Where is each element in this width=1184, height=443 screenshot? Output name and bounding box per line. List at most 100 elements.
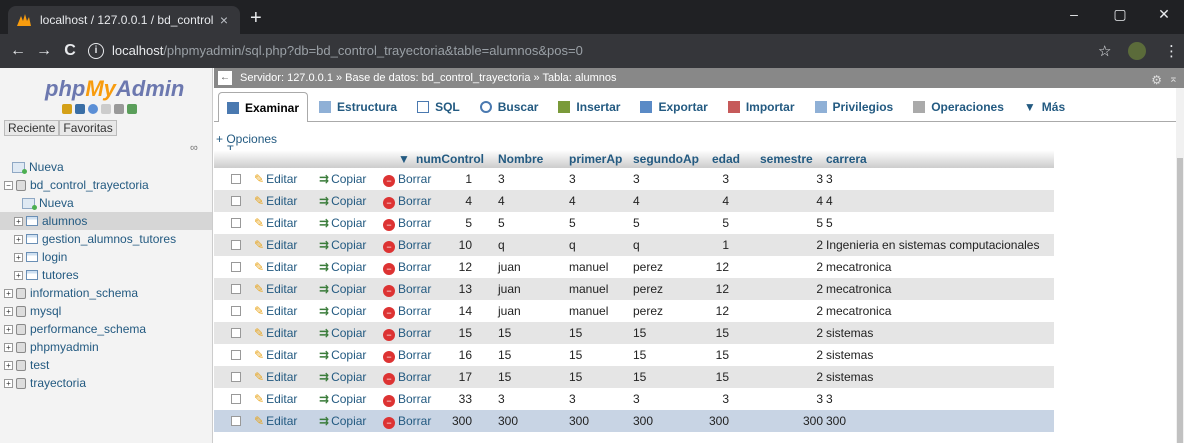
table-cell[interactable]: 300 <box>569 414 589 428</box>
table-cell[interactable]: 2 <box>816 238 823 252</box>
tab-mas[interactable]: ▼ Más <box>1015 91 1074 121</box>
table-cell[interactable]: 13 <box>459 282 472 296</box>
delete-row-button[interactable]: − Borrar <box>383 260 431 275</box>
delete-row-button[interactable]: − Borrar <box>383 194 431 209</box>
tree-item-performance-schema[interactable]: + performance_schema <box>4 320 146 338</box>
table-cell[interactable]: 2 <box>816 260 823 274</box>
copy-row-button[interactable]: ⇉ Copiar <box>319 260 366 274</box>
help-icon[interactable] <box>88 104 98 114</box>
table-cell[interactable]: 1 <box>722 238 729 252</box>
table-cell[interactable]: 16 <box>459 348 472 362</box>
table-cell[interactable]: 15 <box>569 348 582 362</box>
browser-menu-icon[interactable]: ⋮ <box>1164 42 1179 60</box>
delete-row-button[interactable]: − Borrar <box>383 172 431 187</box>
scrollbar-thumb[interactable] <box>1177 158 1183 443</box>
tree-item-new-db[interactable]: Nueva <box>12 158 64 176</box>
edit-row-button[interactable]: ✎ Editar <box>254 414 297 428</box>
tab-importar[interactable]: Importar <box>719 91 804 121</box>
table-cell[interactable]: 15 <box>716 326 729 340</box>
tab-close-icon[interactable]: × <box>216 12 232 28</box>
table-cell[interactable]: 3 <box>569 392 576 406</box>
expand-icon[interactable]: + <box>4 306 13 316</box>
table-cell[interactable]: 4 <box>816 194 823 208</box>
copy-row-button[interactable]: ⇉ Copiar <box>319 216 366 230</box>
link-with-main-icon[interactable]: ∞ <box>190 142 198 154</box>
tab-exportar[interactable]: Exportar <box>631 91 716 121</box>
copy-row-button[interactable]: ⇉ Copiar <box>319 304 366 318</box>
delete-row-button[interactable]: − Borrar <box>383 348 431 363</box>
tree-item-gestion-alumnos-tutores[interactable]: + gestion_alumnos_tutores <box>14 230 176 248</box>
table-row[interactable]: ✎ Editar ⇉ Copiar − Borrar 33 3 3 3 3 3 3 <box>214 388 1054 410</box>
collapse-nav-icon[interactable]: ← <box>218 71 232 85</box>
table-cell[interactable]: Ingenieria en sistemas computacionales <box>826 238 1039 252</box>
row-checkbox[interactable] <box>231 174 241 184</box>
delete-row-button[interactable]: − Borrar <box>383 414 431 429</box>
expand-icon[interactable]: + <box>14 234 23 244</box>
tree-item-information-schema[interactable]: + information_schema <box>4 284 138 302</box>
table-row[interactable]: ✎ Editar ⇉ Copiar − Borrar 4 4 4 4 4 4 4 <box>214 190 1054 212</box>
copy-row-button[interactable]: ⇉ Copiar <box>319 326 366 340</box>
row-checkbox[interactable] <box>231 394 241 404</box>
copy-row-button[interactable]: ⇉ Copiar <box>319 282 366 296</box>
tree-item-new-table[interactable]: Nueva <box>22 194 74 212</box>
row-checkbox[interactable] <box>231 240 241 250</box>
table-cell[interactable]: 4 <box>465 194 472 208</box>
expand-icon[interactable]: + <box>14 252 23 262</box>
table-cell[interactable]: juan <box>498 260 521 274</box>
table-cell[interactable]: 12 <box>716 282 729 296</box>
table-cell[interactable]: 3 <box>722 392 729 406</box>
table-cell[interactable]: 33 <box>459 392 472 406</box>
table-cell[interactable]: 5 <box>498 216 505 230</box>
edit-row-button[interactable]: ✎ Editar <box>254 370 297 384</box>
row-checkbox[interactable] <box>231 416 241 426</box>
table-cell[interactable]: 15 <box>498 326 511 340</box>
table-cell[interactable]: 3 <box>498 172 505 186</box>
forward-button[interactable]: → <box>32 42 56 60</box>
table-cell[interactable]: sistemas <box>826 326 873 340</box>
column-header[interactable]: carrera <box>826 152 867 166</box>
table-cell[interactable]: 3 <box>633 172 640 186</box>
sort-arrow-icon[interactable]: ▼ <box>398 152 410 166</box>
table-cell[interactable]: 2 <box>816 282 823 296</box>
browser-tab[interactable]: localhost / 127.0.0.1 / bd_control × <box>8 6 240 34</box>
column-header[interactable]: primerAp <box>569 152 622 166</box>
table-cell[interactable]: mecatronica <box>826 282 891 296</box>
table-cell[interactable]: 10 <box>459 238 472 252</box>
tree-item-test[interactable]: + test <box>4 356 49 374</box>
settings-gear-icon[interactable] <box>114 104 124 114</box>
edit-row-button[interactable]: ✎ Editar <box>254 282 297 296</box>
tree-item-tutores[interactable]: + tutores <box>14 266 79 284</box>
column-header[interactable]: numControl <box>416 152 484 166</box>
edit-row-button[interactable]: ✎ Editar <box>254 216 297 230</box>
table-cell[interactable]: 4 <box>633 194 640 208</box>
table-cell[interactable]: 15 <box>716 348 729 362</box>
logout-icon[interactable] <box>75 104 85 114</box>
delete-row-button[interactable]: − Borrar <box>383 370 431 385</box>
table-cell[interactable]: 15 <box>498 370 511 384</box>
column-header[interactable]: segundoAp <box>633 152 699 166</box>
edit-row-button[interactable]: ✎ Editar <box>254 326 297 340</box>
docs-icon[interactable] <box>101 104 111 114</box>
row-checkbox[interactable] <box>231 328 241 338</box>
expand-icon[interactable]: + <box>4 378 13 388</box>
tab-buscar[interactable]: Buscar <box>471 91 548 121</box>
table-row[interactable]: ✎ Editar ⇉ Copiar − Borrar 300 300 300 300 300 300 3… <box>214 410 1054 432</box>
table-cell[interactable]: 2 <box>816 348 823 362</box>
edit-row-button[interactable]: ✎ Editar <box>254 392 297 406</box>
table-cell[interactable]: sistemas <box>826 370 873 384</box>
tab-operaciones[interactable]: Operaciones <box>904 91 1013 121</box>
table-row[interactable]: ✎ Editar ⇉ Copiar − Borrar 1 3 3 3 3 3 3 <box>214 168 1054 190</box>
table-cell[interactable]: 3 <box>498 392 505 406</box>
delete-row-button[interactable]: − Borrar <box>383 216 431 231</box>
table-cell[interactable]: manuel <box>569 260 608 274</box>
table-cell[interactable]: 4 <box>826 194 833 208</box>
table-cell[interactable]: 2 <box>816 326 823 340</box>
table-cell[interactable]: 15 <box>633 370 646 384</box>
collapse-icon[interactable]: − <box>4 180 13 190</box>
table-cell[interactable]: 12 <box>459 260 472 274</box>
table-cell[interactable]: 300 <box>709 414 729 428</box>
expand-icon[interactable]: + <box>14 216 23 226</box>
table-cell[interactable]: 3 <box>816 392 823 406</box>
table-cell[interactable]: mecatronica <box>826 304 891 318</box>
table-cell[interactable]: manuel <box>569 304 608 318</box>
